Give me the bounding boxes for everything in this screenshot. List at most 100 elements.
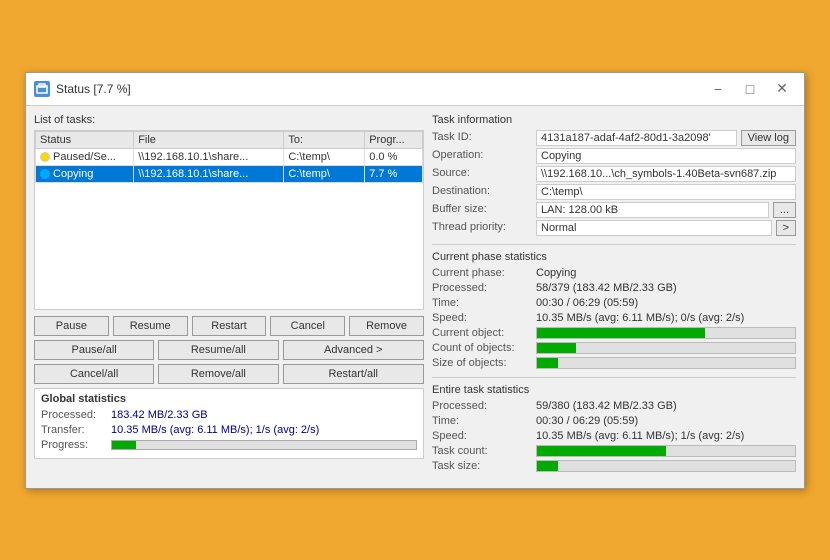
task-id-label: Task ID: (432, 130, 532, 146)
operation-row: Copying (536, 148, 796, 164)
row-file: \\192.168.10.1\share... (134, 165, 284, 182)
remove-all-button[interactable]: Remove/all (158, 364, 278, 384)
resume-button[interactable]: Resume (113, 316, 188, 336)
phase-stats-section: Current phase statistics Current phase: … (432, 251, 796, 369)
task-id-value: 4131a187-adaf-4af2-80d1-3a2098' (536, 130, 737, 146)
buffer-label: Buffer size: (432, 202, 532, 218)
global-transfer-label: Transfer: (41, 424, 111, 436)
right-panel: Task information Task ID: 4131a187-adaf-… (432, 114, 796, 480)
close-button[interactable]: ✕ (768, 79, 796, 99)
main-content: List of tasks: Status File To: Progr... (26, 106, 804, 488)
entire-stats-section: Entire task statistics Processed: 59/380… (432, 384, 796, 472)
thread-btn[interactable]: > (776, 220, 796, 236)
col-file: File (134, 131, 284, 148)
destination-value: C:\temp\ (536, 184, 796, 200)
advanced-button[interactable]: Advanced > (283, 340, 425, 360)
resume-all-button[interactable]: Resume/all (158, 340, 278, 360)
source-value: \\192.168.10...\ch_symbols-1.40Beta-svn6… (536, 166, 796, 182)
row-status: Paused/Se... (36, 148, 134, 165)
current-object-fill (537, 328, 705, 338)
size-fill (537, 358, 558, 368)
thread-label: Thread priority: (432, 220, 532, 236)
row-progress: 7.7 % (365, 165, 423, 182)
phase-speed-label: Speed: (432, 312, 532, 324)
count-fill (537, 343, 576, 353)
phase-time-value: 00:30 / 06:29 (05:59) (536, 297, 796, 309)
thread-value: Normal (536, 220, 772, 236)
thread-row: Normal > (536, 220, 796, 236)
task-info-header: Task information (432, 114, 796, 126)
size-label: Size of objects: (432, 357, 532, 369)
tasks-label: List of tasks: (34, 114, 424, 126)
cancel-all-button[interactable]: Cancel/all (34, 364, 154, 384)
task-count-label: Task count: (432, 445, 532, 457)
global-progress-bar (111, 440, 417, 450)
global-stats: Global statistics Processed: 183.42 MB/2… (34, 388, 424, 459)
buffer-row: LAN: 128.00 kB ... (536, 202, 796, 218)
entire-time-value: 00:30 / 06:29 (05:59) (536, 415, 796, 427)
buttons-row3: Cancel/all Remove/all Restart/all (34, 364, 424, 384)
table-row[interactable]: Copying \\192.168.10.1\share... C:\temp\… (36, 165, 423, 182)
global-progress-fill (112, 441, 136, 449)
entire-stats-header: Entire task statistics (432, 384, 796, 396)
task-size-fill (537, 461, 558, 471)
current-object-bar (536, 327, 796, 339)
title-bar: Status [7.7 %] − □ ✕ (26, 73, 804, 106)
row-to: C:\temp\ (284, 165, 365, 182)
row-to: C:\temp\ (284, 148, 365, 165)
current-object-label: Current object: (432, 327, 532, 339)
divider2 (432, 377, 796, 378)
task-table: Status File To: Progr... Paused/Se... \\… (35, 131, 423, 183)
task-size-label: Task size: (432, 460, 532, 472)
entire-processed-label: Processed: (432, 400, 532, 412)
cancel-button[interactable]: Cancel (270, 316, 345, 336)
entire-speed-value: 10.35 MB/s (avg: 6.11 MB/s); 1/s (avg: 2… (536, 430, 796, 442)
col-progress: Progr... (365, 131, 423, 148)
restart-all-button[interactable]: Restart/all (283, 364, 425, 384)
phase-stats-header: Current phase statistics (432, 251, 796, 263)
size-bar (536, 357, 796, 369)
global-processed-label: Processed: (41, 409, 111, 421)
buttons-row2: Pause/all Resume/all Advanced > (34, 340, 424, 360)
view-log-button[interactable]: View log (741, 130, 796, 146)
phase-processed-value: 58/379 (183.42 MB/2.33 GB) (536, 282, 796, 294)
task-table-container[interactable]: Status File To: Progr... Paused/Se... \\… (34, 130, 424, 310)
minimize-button[interactable]: − (704, 79, 732, 99)
window-title: Status [7.7 %] (56, 82, 131, 96)
source-row: \\192.168.10...\ch_symbols-1.40Beta-svn6… (536, 166, 796, 182)
task-id-row: 4131a187-adaf-4af2-80d1-3a2098' View log (536, 130, 796, 146)
task-count-fill (537, 446, 666, 456)
remove-button[interactable]: Remove (349, 316, 424, 336)
table-row[interactable]: Paused/Se... \\192.168.10.1\share... C:\… (36, 148, 423, 165)
task-info-section: Task information Task ID: 4131a187-adaf-… (432, 114, 796, 236)
destination-label: Destination: (432, 184, 532, 200)
pause-all-button[interactable]: Pause/all (34, 340, 154, 360)
count-bar (536, 342, 796, 354)
row-progress: 0.0 % (365, 148, 423, 165)
global-processed-value: 183.42 MB/2.33 GB (111, 409, 208, 421)
operation-value: Copying (536, 148, 796, 164)
phase-speed-value: 10.35 MB/s (avg: 6.11 MB/s); 0/s (avg: 2… (536, 312, 796, 324)
destination-row: C:\temp\ (536, 184, 796, 200)
row-file: \\192.168.10.1\share... (134, 148, 284, 165)
col-status: Status (36, 131, 134, 148)
entire-time-label: Time: (432, 415, 532, 427)
row-status: Copying (36, 165, 134, 182)
pause-button[interactable]: Pause (34, 316, 109, 336)
buffer-btn[interactable]: ... (773, 202, 796, 218)
task-info-grid: Task ID: 4131a187-adaf-4af2-80d1-3a2098'… (432, 130, 796, 236)
global-processed-row: Processed: 183.42 MB/2.33 GB (41, 409, 417, 421)
status-dot-copying (40, 169, 50, 179)
maximize-button[interactable]: □ (736, 79, 764, 99)
left-panel: List of tasks: Status File To: Progr... (34, 114, 424, 480)
global-progress-label: Progress: (41, 439, 111, 451)
restart-button[interactable]: Restart (192, 316, 267, 336)
global-transfer-value: 10.35 MB/s (avg: 6.11 MB/s); 1/s (avg: 2… (111, 424, 319, 436)
global-transfer-row: Transfer: 10.35 MB/s (avg: 6.11 MB/s); 1… (41, 424, 417, 436)
phase-stats-grid: Current phase: Copying Processed: 58/379… (432, 267, 796, 369)
divider1 (432, 244, 796, 245)
global-stats-title: Global statistics (41, 393, 417, 405)
buffer-value: LAN: 128.00 kB (536, 202, 769, 218)
entire-processed-value: 59/380 (183.42 MB/2.33 GB) (536, 400, 796, 412)
title-bar-left: Status [7.7 %] (34, 81, 131, 97)
